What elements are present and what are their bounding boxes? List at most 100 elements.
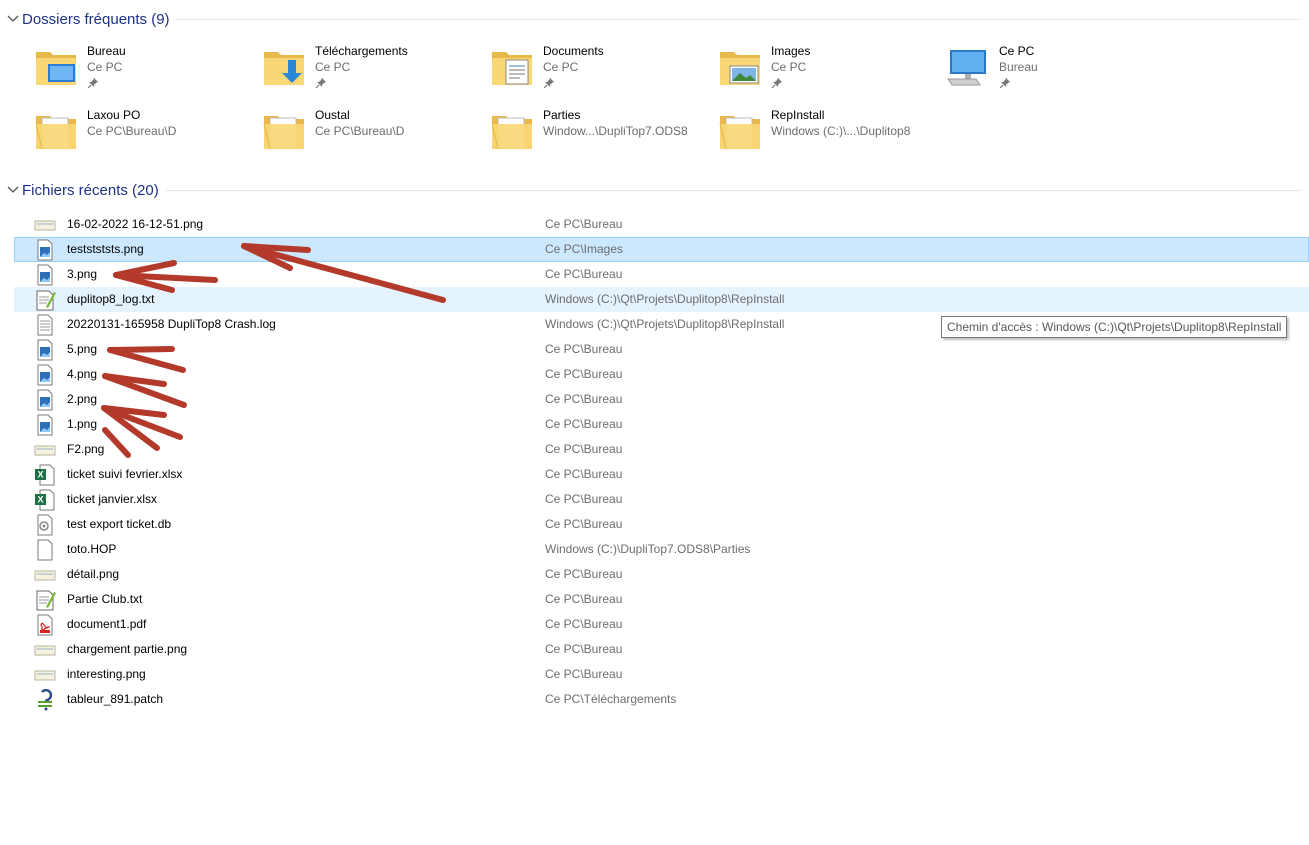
file-path: Ce PC\Bureau [545, 267, 623, 281]
folder-tile[interactable]: Documents Ce PC [490, 44, 710, 100]
thumbnail-icon [34, 564, 56, 586]
recent-file-row[interactable]: 2.png Ce PC\Bureau [14, 387, 1309, 412]
pin-icon [999, 77, 1011, 89]
file-path: Ce PC\Bureau [545, 392, 623, 406]
recent-file-row[interactable]: détail.png Ce PC\Bureau [14, 562, 1309, 587]
folder-tile[interactable]: Parties Window...\DupliTop7.ODS8 [490, 108, 710, 164]
folder-location: Bureau [999, 60, 1038, 74]
file-path: Ce PC\Bureau [545, 442, 623, 456]
pin-icon [771, 77, 783, 89]
thumbnail-icon [34, 439, 56, 461]
folder-tile[interactable]: Téléchargements Ce PC [262, 44, 482, 100]
file-path: Ce PC\Bureau [545, 367, 623, 381]
file-path: Ce PC\Bureau [545, 617, 623, 631]
recent-file-row[interactable]: interesting.png Ce PC\Bureau [14, 662, 1309, 687]
recent-file-row[interactable]: test export ticket.db Ce PC\Bureau [14, 512, 1309, 537]
folder-name: RepInstall [771, 108, 825, 122]
file-name: 20220131-165958 DupliTop8 Crash.log [67, 317, 276, 331]
file-name: 3.png [67, 267, 98, 281]
recent-files-title: Fichiers récents (20) [22, 181, 159, 199]
chevron-down-icon[interactable] [6, 183, 20, 197]
file-name: 2.png [67, 392, 98, 406]
folder-icon [490, 108, 534, 152]
recent-file-row[interactable]: tableur_891.patch Ce PC\Téléchargements [14, 687, 1309, 712]
documents-folder-icon [490, 44, 534, 88]
image-file-icon [34, 364, 56, 386]
folder-location: Ce PC [87, 60, 123, 74]
folder-name: Laxou PO [87, 108, 141, 122]
db-file-icon [34, 514, 56, 536]
folder-tile[interactable]: Bureau Ce PC [34, 44, 254, 100]
file-path: Ce PC\Images [545, 242, 624, 256]
file-name: chargement partie.png [67, 642, 188, 656]
recent-file-row[interactable]: toto.HOP Windows (C:)\DupliTop7.ODS8\Part… [14, 537, 1309, 562]
recent-file-row[interactable]: 3.png Ce PC\Bureau [14, 262, 1309, 287]
pictures-folder-icon [718, 44, 762, 88]
image-file-icon [34, 239, 56, 261]
recent-files-header[interactable]: Fichiers récents (20) [6, 179, 1301, 201]
file-path: Ce PC\Bureau [545, 467, 623, 481]
recent-file-row[interactable]: 5.png Ce PC\Bureau [14, 337, 1309, 362]
desktop-folder-icon [34, 44, 78, 88]
thumbnail-icon [34, 639, 56, 661]
folder-name: Bureau [87, 44, 126, 58]
file-path: Ce PC\Bureau [545, 642, 623, 656]
file-name: détail.png [67, 567, 120, 581]
recent-file-row[interactable]: Xticket janvier.xlsx Ce PC\Bureau [14, 487, 1309, 512]
file-path: Ce PC\Bureau [545, 342, 623, 356]
recent-file-row[interactable]: teststststs.png Ce PC\Images [14, 237, 1309, 262]
folder-icon [262, 108, 306, 152]
folder-location: Ce PC\Bureau\D [315, 124, 405, 138]
file-name: ticket suivi fevrier.xlsx [67, 467, 183, 481]
folder-location: Ce PC [543, 60, 579, 74]
file-name: 1.png [67, 417, 98, 431]
notepad-plus-file-icon [34, 289, 56, 311]
blank-file-icon [34, 539, 56, 561]
folder-tile[interactable]: RepInstall Windows (C:)\...\Duplitop8 [718, 108, 938, 164]
image-file-icon [34, 264, 56, 286]
recent-file-row[interactable]: document1.pdf Ce PC\Bureau [14, 612, 1309, 637]
folder-location: Ce PC\Bureau\D [87, 124, 177, 138]
recent-file-row[interactable]: duplitop8_log.txt Windows (C:)\Qt\Projets… [14, 287, 1309, 312]
file-name: test export ticket.db [67, 517, 172, 531]
folder-tile[interactable]: Laxou PO Ce PC\Bureau\D [34, 108, 254, 164]
recent-file-row[interactable]: Xticket suivi fevrier.xlsx Ce PC\Bureau [14, 462, 1309, 487]
section-divider [165, 189, 1301, 191]
image-file-icon [34, 389, 56, 411]
file-path: Windows (C:)\DupliTop7.ODS8\Parties [545, 542, 751, 556]
folder-tile[interactable]: Oustal Ce PC\Bureau\D [262, 108, 482, 164]
folder-name: Images [771, 44, 811, 58]
pin-icon [315, 77, 327, 89]
folder-name: Ce PC [999, 44, 1035, 58]
file-name: 5.png [67, 342, 98, 356]
folder-location: Ce PC [315, 60, 351, 74]
file-path: Ce PC\Bureau [545, 492, 623, 506]
file-name: document1.pdf [67, 617, 147, 631]
folder-name: Téléchargements [315, 44, 408, 58]
thumbnail-icon [34, 664, 56, 686]
folder-tile[interactable]: Images Ce PC [718, 44, 938, 100]
downloads-folder-icon [262, 44, 306, 88]
file-path: Ce PC\Téléchargements [545, 692, 677, 706]
file-name: interesting.png [67, 667, 146, 681]
frequent-folders-header[interactable]: Dossiers fréquents (9) [6, 8, 1301, 30]
folder-name: Documents [543, 44, 604, 58]
svg-text:X: X [37, 495, 43, 505]
image-file-icon [34, 414, 56, 436]
file-name: Partie Club.txt [67, 592, 143, 606]
text-file-icon [34, 314, 56, 336]
this-pc-icon [946, 44, 990, 88]
file-path: Ce PC\Bureau [545, 667, 623, 681]
recent-file-row[interactable]: 16-02-2022 16-12-51.png Ce PC\Bureau [14, 212, 1309, 237]
chevron-down-icon[interactable] [6, 12, 20, 26]
pdf-file-icon [34, 614, 56, 636]
recent-file-row[interactable]: chargement partie.png Ce PC\Bureau [14, 637, 1309, 662]
recent-file-row[interactable]: 4.png Ce PC\Bureau [14, 362, 1309, 387]
folder-tile[interactable]: Ce PC Bureau [946, 44, 1166, 100]
recent-file-row[interactable]: 1.png Ce PC\Bureau [14, 412, 1309, 437]
recent-file-row[interactable]: F2.png Ce PC\Bureau [14, 437, 1309, 462]
file-name: duplitop8_log.txt [67, 292, 155, 306]
folder-icon [34, 108, 78, 152]
folder-icon [718, 108, 762, 152]
recent-file-row[interactable]: Partie Club.txt Ce PC\Bureau [14, 587, 1309, 612]
